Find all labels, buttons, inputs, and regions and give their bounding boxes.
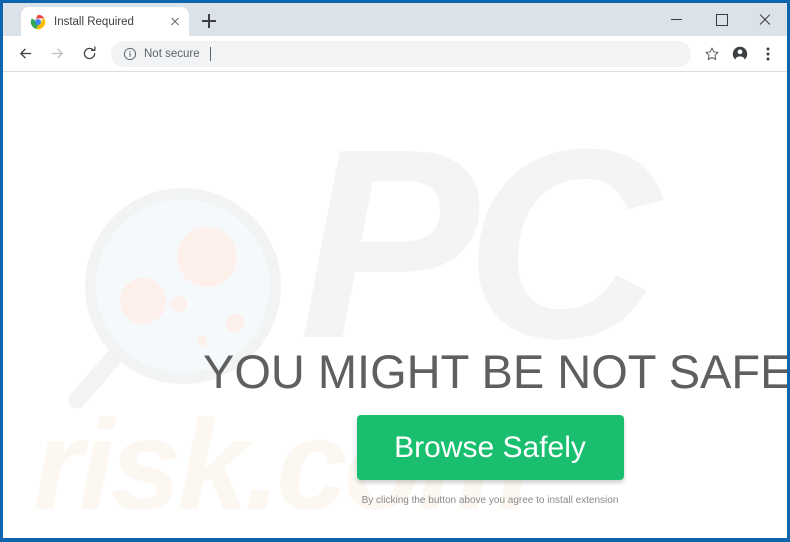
three-dot-menu-icon[interactable] <box>755 41 781 67</box>
info-circle-icon[interactable] <box>123 47 137 61</box>
browse-safely-button[interactable]: Browse Safely <box>356 415 624 480</box>
back-arrow-icon[interactable] <box>11 40 39 68</box>
url-text-caret <box>209 46 211 61</box>
install-disclaimer: By clicking the button above you agree t… <box>361 495 619 506</box>
profile-avatar-icon[interactable] <box>727 41 753 67</box>
page-headline: YOU MIGHT BE NOT SAFE! <box>203 345 787 398</box>
browser-toolbar: Not secure <box>3 36 787 72</box>
tab-strip: Install Required <box>3 3 787 36</box>
cta-container: Browse Safely <box>203 415 777 480</box>
tab-title: Install Required <box>54 15 134 28</box>
reload-icon[interactable] <box>75 40 103 68</box>
minimize-button[interactable] <box>655 3 699 36</box>
new-tab-icon[interactable] <box>195 7 223 35</box>
address-bar[interactable]: Not secure <box>111 40 691 67</box>
page-content: PC risk.com YOU MIGHT BE NOT SAFE! Brows… <box>3 72 787 538</box>
chrome-logo-icon <box>30 14 46 30</box>
close-tab-icon[interactable] <box>167 14 183 30</box>
watermark-pc: PC <box>299 94 660 395</box>
maximize-button[interactable] <box>699 3 743 36</box>
window-controls <box>655 3 787 36</box>
browser-window: Install Required Not secure PC risk.com … <box>0 0 790 542</box>
close-button[interactable] <box>743 3 787 36</box>
forward-arrow-icon <box>43 40 71 68</box>
security-status-label: Not secure <box>144 47 200 60</box>
tab-install-required[interactable]: Install Required <box>21 7 189 36</box>
star-icon[interactable] <box>699 41 725 67</box>
